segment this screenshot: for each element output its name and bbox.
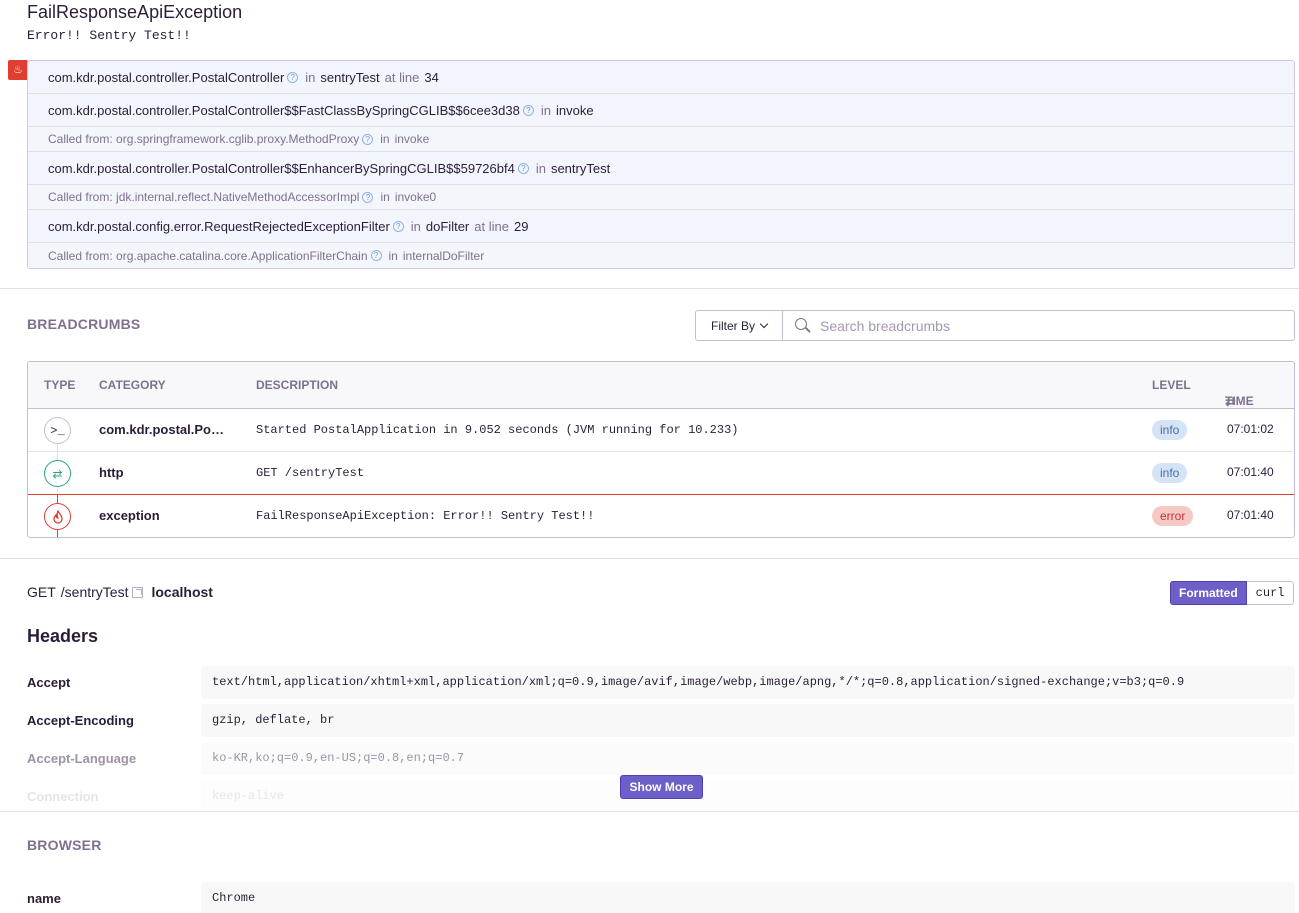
section-divider (0, 288, 1299, 289)
breadcrumb-time: 07:01:02 (1227, 422, 1274, 436)
breadcrumb-row[interactable]: exception FailResponseApiException: Erro… (28, 494, 1294, 537)
breadcrumbs-title: BREADCRUMBS (27, 316, 141, 332)
header-key: Accept-Encoding (27, 713, 134, 728)
breadcrumb-time: 07:01:40 (1227, 465, 1274, 479)
exception-type: FailResponseApiException (27, 2, 243, 22)
browser-row: name Chrome (27, 882, 1295, 913)
breadcrumb-category: com.kdr.postal.PostalApplication (99, 422, 229, 437)
request-url: GET /sentryTest localhost (27, 584, 213, 600)
chevron-down-icon (759, 319, 769, 329)
level-badge: error (1152, 506, 1194, 526)
help-icon[interactable]: ? (362, 191, 374, 203)
breadcrumb-category: exception (99, 508, 160, 523)
curl-button[interactable]: curl (1246, 581, 1295, 605)
header-key: Accept-Language (27, 751, 137, 766)
frame-function: invoke (394, 132, 430, 146)
fire-icon (44, 503, 71, 530)
section-divider (0, 811, 1299, 812)
stack-frame[interactable]: com.kdr.postal.config.error.RequestRejec… (28, 210, 1294, 243)
called-from-frame[interactable]: Called from: jdk.internal.reflect.Native… (28, 185, 1294, 210)
browser-key: name (27, 891, 61, 906)
stack-frame[interactable]: com.kdr.postal.controller.PostalControll… (28, 94, 1294, 127)
breadcrumb-row[interactable]: ⇄ http GET /sentryTest info 07:01:40 (28, 452, 1294, 495)
terminal-icon: >_ (44, 417, 71, 444)
request-path: /sentryTest (60, 584, 129, 600)
request-host: localhost (151, 584, 213, 600)
exception-message: Error!! Sentry Test!! (27, 28, 191, 43)
section-divider (0, 558, 1299, 559)
frame-module: com.kdr.postal.controller.PostalControll… (48, 160, 515, 176)
request-format-toggle: Formatted curl (1170, 581, 1295, 605)
header-key: Connection (27, 789, 99, 804)
filter-by-dropdown[interactable]: Filter By (696, 311, 783, 340)
search-breadcrumbs-input[interactable] (820, 317, 1280, 334)
breadcrumb-filter-bar: Filter By (695, 310, 1295, 341)
column-category: CATEGORY (99, 378, 166, 392)
frame-function: internalDoFilter (402, 248, 485, 263)
called-from-frame[interactable]: Called from: org.apache.catalina.core.Ap… (28, 243, 1294, 268)
called-from-frame[interactable]: Called from: org.springframework.cglib.p… (28, 127, 1294, 152)
header-value: gzip, deflate, br (201, 704, 1295, 737)
frame-module: org.apache.catalina.core.ApplicationFilt… (116, 248, 368, 263)
level-badge: info (1152, 463, 1188, 483)
headers-title: Headers (27, 626, 99, 646)
http-swap-icon: ⇄ (44, 460, 71, 487)
header-value: text/html,application/xhtml+xml,applicat… (201, 666, 1295, 699)
stack-trace: com.kdr.postal.controller.PostalControll… (27, 60, 1295, 269)
breadcrumb-description: GET /sentryTest (256, 466, 365, 480)
frame-function: invoke (555, 102, 594, 118)
frame-module: com.kdr.postal.controller.PostalControll… (48, 102, 520, 118)
breadcrumb-row[interactable]: >_ com.kdr.postal.PostalApplication Star… (28, 409, 1294, 453)
frame-module: org.springframework.cglib.proxy.MethodPr… (116, 132, 360, 146)
breadcrumbs-header: TYPE CATEGORY DESCRIPTION LEVEL ⇄ TIME (28, 362, 1294, 409)
breadcrumb-description: FailResponseApiException: Error!! Sentry… (256, 509, 595, 523)
request-method: GET (27, 584, 56, 600)
formatted-button[interactable]: Formatted (1170, 581, 1247, 605)
breadcrumb-category: http (99, 465, 124, 480)
header-value: ko-KR,ko;q=0.9,en-US;q=0.8,en;q=0.7 (201, 742, 1295, 775)
frame-module: com.kdr.postal.config.error.RequestRejec… (48, 218, 390, 234)
frame-line: 34 (424, 69, 439, 85)
help-icon[interactable]: ? (370, 250, 382, 261)
search-icon (795, 317, 811, 334)
help-icon[interactable]: ? (392, 220, 404, 232)
breadcrumb-description: Started PostalApplication in 9.052 secon… (256, 423, 739, 437)
help-icon[interactable]: ? (522, 104, 534, 116)
frame-line: 29 (513, 218, 529, 234)
browser-value: Chrome (201, 882, 1295, 913)
stack-frame[interactable]: com.kdr.postal.controller.PostalControll… (28, 152, 1294, 185)
header-key: Accept (27, 675, 71, 690)
header-row: Accept-Encoding gzip, deflate, br (27, 704, 1295, 737)
column-level: LEVEL (1152, 378, 1191, 392)
show-more-button[interactable]: Show More (620, 775, 703, 799)
frame-function: sentryTest (550, 160, 611, 176)
level-badge: info (1152, 420, 1188, 440)
header-row: Accept text/html,application/xhtml+xml,a… (27, 666, 1295, 699)
java-icon: ♨ (8, 60, 28, 80)
help-icon[interactable]: ? (362, 133, 374, 145)
browser-title: BROWSER (27, 837, 102, 853)
header-value: keep-alive (201, 780, 1295, 808)
column-type: TYPE (44, 378, 76, 392)
breadcrumb-time: 07:01:40 (1227, 508, 1274, 522)
frame-function: sentryTest (320, 69, 380, 85)
help-icon[interactable]: ? (287, 71, 299, 83)
breadcrumbs-table: TYPE CATEGORY DESCRIPTION LEVEL ⇄ TIME >_… (27, 361, 1295, 538)
column-description: DESCRIPTION (256, 378, 339, 392)
help-icon[interactable]: ? (517, 162, 529, 174)
breadcrumb-search (783, 311, 1294, 340)
external-link-icon[interactable] (132, 586, 144, 598)
frame-function: doFilter (425, 218, 470, 234)
frame-module: jdk.internal.reflect.NativeMethodAccesso… (116, 190, 360, 204)
frame-function: invoke0 (394, 190, 437, 204)
stack-frame[interactable]: com.kdr.postal.controller.PostalControll… (28, 61, 1294, 94)
frame-module: com.kdr.postal.controller.PostalControll… (48, 69, 285, 85)
header-row: Accept-Language ko-KR,ko;q=0.9,en-US;q=0… (27, 742, 1295, 775)
